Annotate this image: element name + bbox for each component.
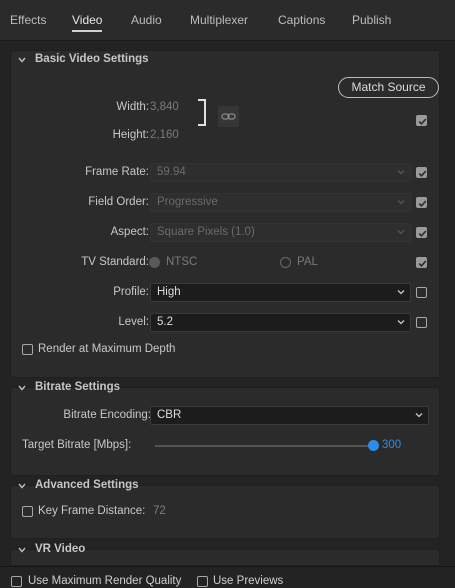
chevron-down-icon[interactable] — [17, 55, 27, 65]
tab-effects[interactable]: Effects — [10, 13, 46, 27]
width-value[interactable]: 3,840 — [150, 101, 179, 113]
level-select[interactable]: 5.2 — [150, 313, 411, 332]
section-title: Bitrate Settings — [35, 381, 120, 393]
chevron-down-icon — [397, 170, 405, 175]
height-value[interactable]: 2,160 — [150, 129, 179, 141]
dimension-bracket-icon — [198, 99, 206, 126]
profile-label: Profile: — [113, 286, 149, 298]
level-value: 5.2 — [157, 316, 173, 328]
aspect-select[interactable]: Square Pixels (1.0) — [150, 223, 411, 242]
bitrate-encoding-select[interactable]: CBR — [150, 406, 429, 425]
frame-rate-select[interactable]: 59.94 — [150, 163, 411, 182]
chevron-down-icon[interactable] — [17, 545, 27, 555]
max-render-quality-checkbox[interactable] — [11, 576, 22, 587]
key-frame-distance-value[interactable]: 72 — [153, 505, 166, 517]
frame-rate-value: 59.94 — [157, 166, 186, 178]
tv-standard-checkbox[interactable] — [416, 257, 427, 268]
target-bitrate-label: Target Bitrate [Mbps]: — [22, 439, 132, 451]
tab-bar: Effects Video Audio Multiplexer Captions… — [0, 0, 455, 41]
chevron-down-icon — [415, 413, 423, 418]
section-title: Advanced Settings — [35, 479, 139, 491]
field-order-label: Field Order: — [88, 196, 149, 208]
chevron-down-icon — [397, 200, 405, 205]
advanced-settings-section: Advanced Settings Key Frame Distance: 72 — [10, 479, 440, 539]
tab-multiplexer[interactable]: Multiplexer — [190, 13, 248, 27]
frame-rate-label: Frame Rate: — [85, 166, 149, 178]
chevron-down-icon — [397, 230, 405, 235]
field-order-value: Progressive — [157, 196, 218, 208]
frame-rate-checkbox[interactable] — [416, 167, 427, 178]
tab-audio[interactable]: Audio — [131, 13, 162, 27]
tab-video[interactable]: Video — [72, 13, 103, 32]
pal-radio[interactable] — [280, 257, 291, 268]
width-label: Width: — [116, 101, 149, 113]
chevron-down-icon[interactable] — [17, 481, 27, 491]
match-source-button[interactable]: Match Source — [338, 77, 439, 98]
profile-select[interactable]: High — [150, 283, 411, 302]
chevron-down-icon — [397, 320, 405, 325]
field-order-select[interactable]: Progressive — [150, 193, 411, 212]
section-title: VR Video — [35, 543, 86, 555]
chevron-down-icon[interactable] — [17, 383, 27, 393]
tab-publish[interactable]: Publish — [352, 13, 391, 27]
field-order-checkbox[interactable] — [416, 197, 427, 208]
aspect-checkbox[interactable] — [416, 227, 427, 238]
target-bitrate-slider-track[interactable] — [155, 445, 369, 447]
settings-scroll-area[interactable]: Basic Video Settings Match Source Width:… — [0, 41, 455, 565]
height-label: Height: — [112, 129, 149, 141]
chevron-down-icon — [397, 290, 405, 295]
ntsc-label: NTSC — [166, 256, 198, 268]
tab-captions[interactable]: Captions — [278, 13, 325, 27]
render-options-bar: Use Maximum Render Quality Use Previews — [0, 566, 455, 588]
link-icon[interactable] — [218, 106, 239, 127]
dimensions-override-checkbox[interactable] — [416, 115, 427, 126]
tv-standard-label: TV Standard: — [81, 256, 149, 268]
pal-label: PAL — [297, 256, 318, 268]
render-max-depth-label[interactable]: Render at Maximum Depth — [38, 343, 175, 355]
level-checkbox[interactable] — [416, 317, 427, 328]
max-render-quality-label[interactable]: Use Maximum Render Quality — [28, 575, 181, 587]
vr-video-section: VR Video — [10, 543, 440, 565]
bitrate-encoding-value: CBR — [157, 409, 182, 421]
use-previews-checkbox[interactable] — [197, 576, 208, 587]
profile-value: High — [157, 286, 181, 298]
section-title: Basic Video Settings — [35, 53, 149, 65]
target-bitrate-value[interactable]: 300 — [382, 439, 401, 451]
profile-checkbox[interactable] — [416, 287, 427, 298]
level-label: Level: — [118, 316, 149, 328]
use-previews-label[interactable]: Use Previews — [213, 575, 283, 587]
bitrate-encoding-label: Bitrate Encoding: — [63, 409, 151, 421]
key-frame-distance-checkbox[interactable] — [22, 506, 33, 517]
render-max-depth-checkbox[interactable] — [22, 344, 33, 355]
basic-video-settings-section: Basic Video Settings Match Source Width:… — [10, 50, 440, 378]
target-bitrate-slider-thumb[interactable] — [367, 440, 379, 451]
key-frame-distance-label[interactable]: Key Frame Distance: — [38, 505, 145, 517]
bitrate-settings-section: Bitrate Settings Bitrate Encoding: CBR T… — [10, 381, 440, 476]
aspect-label: Aspect: — [110, 226, 149, 238]
ntsc-radio[interactable] — [149, 257, 160, 268]
aspect-value: Square Pixels (1.0) — [157, 226, 255, 238]
